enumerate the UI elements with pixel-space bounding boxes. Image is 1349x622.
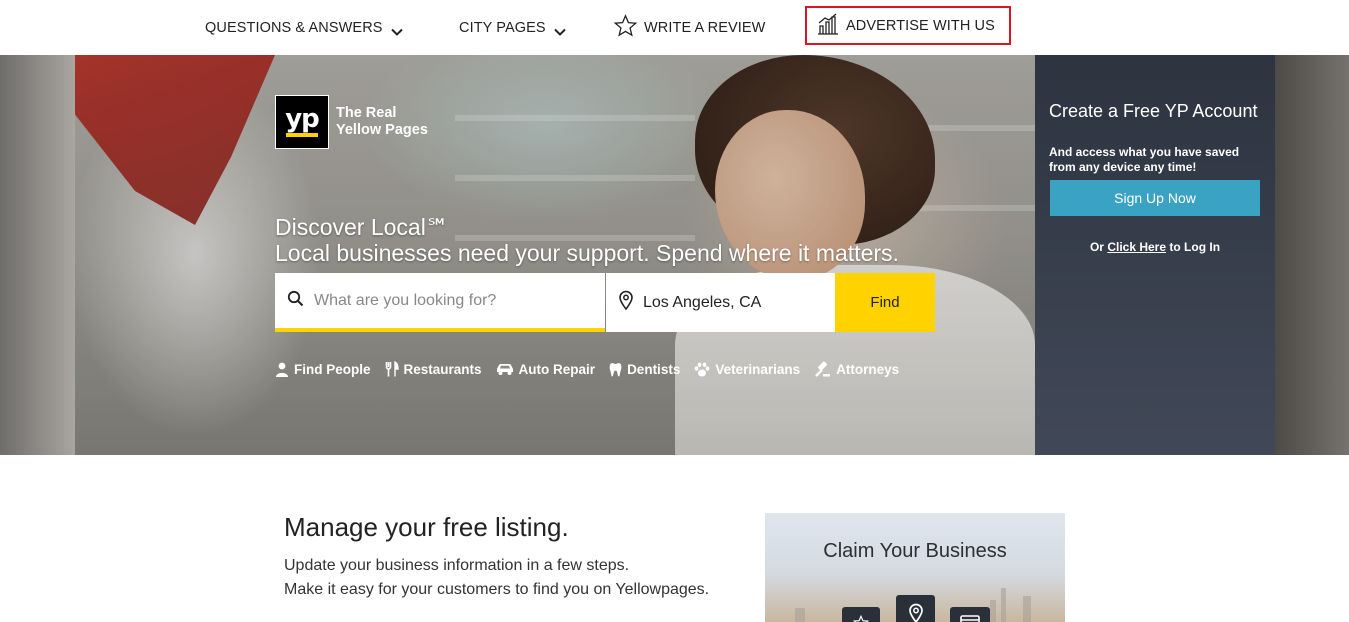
claim-location-tile: [896, 595, 935, 622]
yp-tagline-line2: Yellow Pages: [336, 122, 428, 138]
nav-advertise-label: ADVERTISE WITH US: [846, 17, 995, 34]
chevron-down-icon: [390, 24, 403, 36]
manage-listing-text-1: Update your business information in a fe…: [284, 557, 630, 574]
yp-logo[interactable]: yp The Real Yellow Pages: [275, 95, 428, 149]
fork-knife-icon: [385, 361, 399, 377]
top-navigation: QUESTIONS & ANSWERS CITY PAGES WRITE A R…: [0, 0, 1349, 55]
quick-link-veterinarians[interactable]: Veterinarians: [694, 361, 800, 377]
star-icon: [613, 13, 638, 42]
find-button[interactable]: Find: [835, 273, 935, 332]
credit-card-icon: [960, 615, 980, 622]
nav-write-review-label: WRITE A REVIEW: [644, 19, 766, 36]
claim-card-tile: [950, 607, 990, 622]
location-pin-icon: [618, 290, 634, 315]
login-prefix-text: Or: [1089, 240, 1104, 254]
quick-link-label: Auto Repair: [518, 361, 596, 377]
nav-write-review[interactable]: WRITE A REVIEW: [613, 0, 765, 55]
search-icon: [287, 290, 304, 312]
nav-questions-answers-label: QUESTIONS & ANSWERS: [205, 19, 383, 36]
signup-login-line: Or Click Here to Log In: [1035, 240, 1275, 254]
manage-listing-title: Manage your free listing.: [284, 512, 569, 542]
search-where-field[interactable]: [606, 273, 850, 332]
claim-business-title: Claim Your Business: [823, 540, 1007, 562]
star-icon: [852, 615, 870, 622]
signup-panel: Create a Free YP Account And access what…: [1035, 55, 1275, 455]
quick-link-label: Attorneys: [836, 361, 900, 377]
hero-headline-line2: Local businesses need your support. Spen…: [275, 240, 899, 266]
claim-star-tile: [842, 607, 880, 622]
gavel-icon: [814, 361, 831, 377]
search-what-field[interactable]: [275, 273, 605, 332]
quick-link-label: Veterinarians: [715, 361, 801, 377]
quick-link-dentists[interactable]: Dentists: [609, 361, 680, 377]
signup-title: Create a Free YP Account: [1049, 101, 1258, 121]
quick-link-label: Find People: [294, 361, 371, 377]
login-link[interactable]: Click Here: [1107, 240, 1166, 254]
claim-business-card[interactable]: Claim Your Business: [765, 513, 1065, 622]
yp-logo-mark: yp: [275, 95, 329, 149]
search-where-input[interactable]: [643, 293, 850, 312]
hero-headline-line1: Discover Local℠: [275, 214, 450, 240]
nav-city-pages-label: CITY PAGES: [459, 19, 546, 36]
quick-link-label: Dentists: [627, 361, 681, 377]
nav-city-pages[interactable]: CITY PAGES: [459, 0, 566, 55]
search-what-input[interactable]: [314, 291, 574, 310]
quick-link-restaurants[interactable]: Restaurants: [385, 361, 482, 377]
chevron-down-icon: [553, 24, 566, 36]
sign-up-now-button[interactable]: Sign Up Now: [1050, 180, 1260, 216]
bar-chart-icon: [816, 13, 840, 39]
person-icon: [275, 362, 289, 377]
login-suffix-text: to Log In: [1169, 240, 1221, 254]
tooth-icon: [609, 362, 622, 377]
car-icon: [496, 363, 514, 376]
yp-logo-tagline: The Real Yellow Pages: [336, 105, 428, 139]
category-quick-links: Find People Restaurants Auto Repair Dent…: [275, 361, 913, 377]
signup-description: And access what you have saved from any …: [1049, 145, 1240, 174]
hero-background-right: [1275, 55, 1349, 455]
quick-link-attorneys[interactable]: Attorneys: [814, 361, 899, 377]
nav-advertise-with-us[interactable]: ADVERTISE WITH US: [805, 6, 1011, 45]
location-pin-icon: [908, 603, 923, 622]
yp-logo-text: yp: [285, 103, 320, 134]
quick-link-auto-repair[interactable]: Auto Repair: [496, 361, 596, 377]
hero-banner: yp The Real Yellow Pages Discover Local℠…: [0, 55, 1349, 455]
quick-link-find-people[interactable]: Find People: [275, 361, 371, 377]
manage-listing-text-2: Make it easy for your customers to find …: [284, 581, 710, 598]
yp-tagline-line1: The Real: [336, 105, 397, 121]
quick-link-label: Restaurants: [403, 361, 482, 377]
hero-background-left: [0, 55, 75, 455]
nav-questions-answers[interactable]: QUESTIONS & ANSWERS: [205, 0, 403, 55]
hero-headline: Discover Local℠ Local businesses need yo…: [275, 214, 899, 266]
paw-icon: [694, 362, 710, 377]
